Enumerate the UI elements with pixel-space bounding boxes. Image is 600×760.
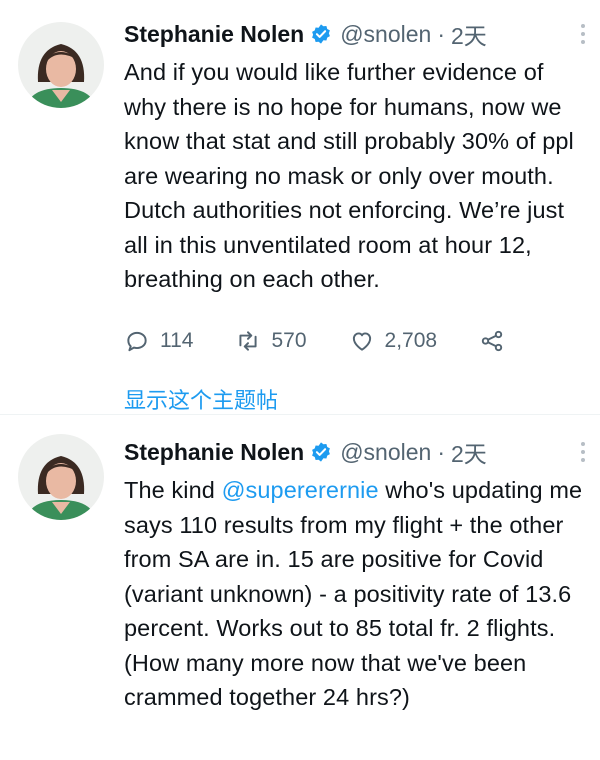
reply-icon [127,331,147,351]
reply-count: 114 [160,328,194,352]
tweet[interactable]: Stephanie Nolen @snolen · 2天 The kind @s… [0,418,600,760]
author-handle[interactable]: @snolen [340,439,431,466]
more-icon[interactable] [580,24,586,48]
tweet-text: The kind @supererernie who's updating me… [124,473,586,715]
like-count: 2,708 [384,328,438,352]
tweet-text-start: The kind [124,477,222,503]
verified-badge-icon [312,442,331,462]
avatar-photo [18,434,104,520]
tweet-header: Stephanie Nolen @snolen · 2天 [124,14,586,54]
tweet-text: And if you would like further evidence o… [124,59,574,292]
author-name[interactable]: Stephanie Nolen [124,439,304,466]
separator-dot: · [437,20,445,47]
avatar[interactable] [18,434,104,520]
tweet-actions: 114 570 2,708 [124,323,586,359]
separator-dot: · [437,438,445,465]
tweet-text-end: who's updating me says 110 results from … [124,477,583,710]
mention-link[interactable]: @supererernie [222,477,379,503]
reply-button[interactable]: 114 [124,328,193,354]
tweet[interactable]: Stephanie Nolen @snolen · 2天 And if you … [0,0,600,413]
share-button[interactable] [479,328,515,354]
like-button[interactable]: 2,708 [349,328,438,354]
avatar[interactable] [18,22,104,108]
retweet-count: 570 [271,328,307,352]
author-handle[interactable]: @snolen [340,21,431,48]
retweet-button[interactable]: 570 [235,328,307,354]
divider [0,414,600,415]
retweet-icon [239,330,258,351]
like-icon [352,331,371,351]
tweet-time[interactable]: 2天 [451,17,487,51]
verified-badge-icon [312,24,331,44]
tweet-header: Stephanie Nolen @snolen · 2天 [124,432,586,472]
more-icon[interactable] [580,442,586,466]
avatar-photo [18,22,104,108]
tweet-time[interactable]: 2天 [451,435,487,469]
share-icon [481,330,503,351]
author-name[interactable]: Stephanie Nolen [124,21,304,48]
show-thread-link[interactable]: 显示这个主题帖 [124,383,586,415]
